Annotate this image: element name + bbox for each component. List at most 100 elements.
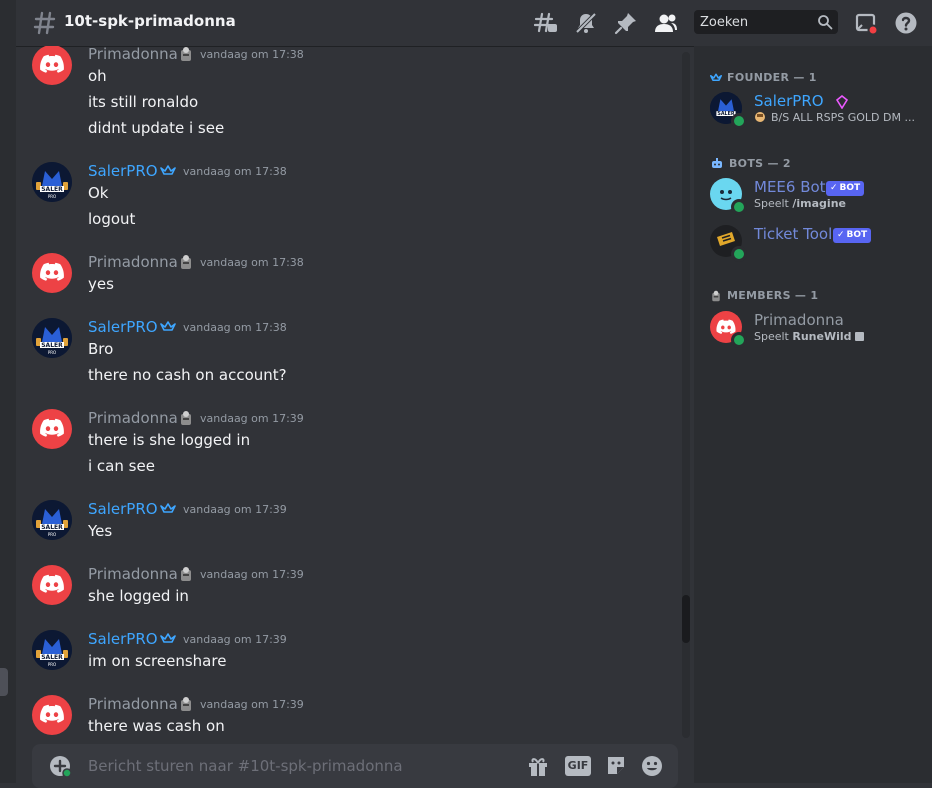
username[interactable]: Primadonna (88, 695, 178, 713)
timestamp[interactable]: vandaag om 17:38 (200, 48, 304, 61)
crown-icon (160, 321, 176, 331)
mute-icon[interactable] (574, 11, 598, 35)
timestamp[interactable]: vandaag om 17:39 (183, 633, 287, 646)
pin-icon[interactable] (614, 11, 638, 35)
member-activity: Speelt RuneWild (754, 330, 865, 343)
message-text: yes (88, 275, 114, 293)
message-text: there no cash on account? (88, 366, 287, 384)
timestamp[interactable]: vandaag om 17:38 (183, 321, 287, 334)
message-list[interactable]: Primadonna vandaag om 17:38 oh its still… (16, 46, 694, 738)
member-name: Ticket Tool (754, 225, 833, 243)
message-text: she logged in (88, 587, 189, 605)
username[interactable]: Primadonna (88, 253, 178, 271)
robot-icon (712, 157, 722, 168)
message-text: its still ronaldo (88, 93, 199, 111)
username[interactable]: Primadonna (88, 46, 178, 63)
role-icon (181, 567, 191, 581)
avatar[interactable]: SALER PRO (32, 630, 72, 670)
timestamp[interactable]: vandaag om 17:39 (200, 698, 304, 711)
online-status-icon (731, 199, 747, 215)
username[interactable]: SalerPRO (88, 500, 158, 518)
role-icon (181, 47, 191, 61)
message-input[interactable] (88, 744, 508, 788)
avatar[interactable] (32, 565, 72, 605)
check-icon: ✓ (837, 230, 845, 240)
message-text: didnt update i see (88, 119, 225, 137)
crown-icon (160, 165, 176, 175)
bot-badge: ✓ BOT (826, 181, 865, 196)
avatar[interactable]: SALER PRO (32, 162, 72, 202)
role-icon (181, 697, 191, 711)
message-text: there is she logged in (88, 431, 251, 449)
bot-tag: BOT (839, 183, 861, 193)
message-text: Yes (88, 522, 113, 540)
member-name: SalerPRO (754, 92, 824, 110)
group-label: FOUNDER — 1 (727, 71, 817, 84)
crown-icon (160, 633, 176, 643)
svg-text:SALER: SALER (41, 342, 63, 349)
avatar[interactable] (32, 409, 72, 449)
discord-logo-icon (40, 704, 64, 723)
message-text: logout (88, 210, 136, 228)
member-activity: Speelt /imagine (754, 197, 846, 210)
svg-text:SALER: SALER (41, 186, 63, 193)
bot-badge: ✓ BOT (833, 228, 872, 243)
avatar[interactable]: SALER PRO (32, 500, 72, 540)
members-icon[interactable] (654, 11, 678, 35)
activity-name: RuneWild (792, 330, 852, 343)
timestamp[interactable]: vandaag om 17:38 (183, 165, 287, 178)
add-attachment-icon[interactable] (48, 754, 72, 778)
online-status-icon (731, 332, 747, 348)
gif-button[interactable]: GIF (565, 756, 591, 776)
avatar[interactable] (32, 253, 72, 293)
search-input[interactable] (694, 10, 816, 34)
online-status-icon (731, 246, 747, 262)
member-list: FOUNDER — 1 SALER SalerPRO B/S ALL RSPS … (694, 46, 932, 783)
timestamp[interactable]: vandaag om 17:39 (183, 503, 287, 516)
avatar[interactable] (32, 695, 72, 735)
message-text: im on screenshare (88, 652, 227, 670)
username[interactable]: Primadonna (88, 565, 178, 583)
gift-icon[interactable] (526, 754, 550, 778)
discord-logo-icon (40, 574, 64, 593)
message-text: Bro (88, 340, 114, 358)
member-primadonna[interactable]: Primadonna Speelt RuneWild (710, 311, 924, 353)
timestamp[interactable]: vandaag om 17:39 (200, 412, 304, 425)
search-box[interactable] (694, 10, 838, 34)
crown-icon (160, 503, 176, 513)
timestamp[interactable]: vandaag om 17:39 (200, 568, 304, 581)
username[interactable]: SalerPRO (88, 318, 158, 336)
activity-name: /imagine (792, 197, 846, 210)
emoji-icon[interactable] (640, 754, 664, 778)
threads-icon[interactable] (534, 11, 558, 35)
scrollbar-thumb[interactable] (682, 595, 690, 643)
member-ticket-tool[interactable]: Ticket Tool ✓ BOT (710, 225, 924, 267)
activity-prefix: Speelt (754, 330, 789, 343)
timestamp[interactable]: vandaag om 17:38 (200, 256, 304, 269)
salerpro-logo-icon: SALERPRO (32, 318, 72, 358)
avatar[interactable]: SALER PRO (32, 318, 72, 358)
discord-logo-icon (40, 262, 64, 281)
check-icon: ✓ (830, 183, 838, 193)
group-label: MEMBERS — 1 (727, 289, 819, 302)
message-text: there was cash on (88, 717, 225, 735)
member-status-text: B/S ALL RSPS GOLD DM ... (771, 111, 915, 124)
search-icon (818, 15, 833, 30)
crown-icon (710, 73, 722, 81)
svg-text:PRO: PRO (48, 350, 56, 355)
inbox-icon[interactable] (854, 11, 878, 35)
help-icon[interactable] (894, 11, 918, 35)
member-mee6-bot[interactable]: MEE6 Bot ✓ BOT Speelt /imagine (710, 178, 924, 220)
member-name: MEE6 Bot (754, 178, 826, 196)
sticker-icon[interactable] (604, 754, 628, 778)
member-salerpro[interactable]: SALER SalerPRO B/S ALL RSPS GOLD DM ... (710, 92, 924, 134)
username[interactable]: SalerPRO (88, 162, 158, 180)
avatar[interactable] (32, 46, 72, 85)
username[interactable]: Primadonna (88, 409, 178, 427)
member-name: Primadonna (754, 311, 844, 329)
message-text: oh (88, 67, 107, 85)
rich-presence-icon (855, 332, 865, 341)
svg-text:PRO: PRO (48, 532, 56, 537)
username[interactable]: SalerPRO (88, 630, 158, 648)
online-status-icon (731, 113, 747, 129)
